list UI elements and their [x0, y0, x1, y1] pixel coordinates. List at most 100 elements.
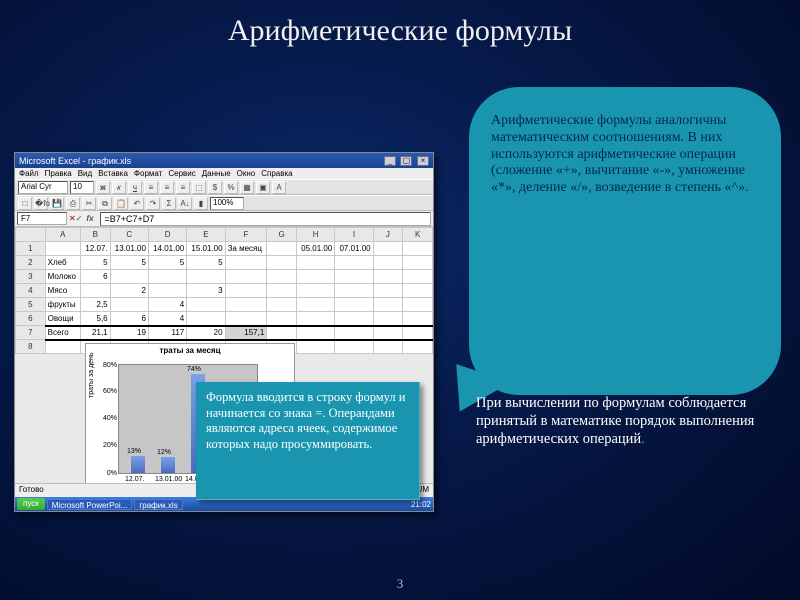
cell[interactable]: [403, 312, 433, 326]
row-header[interactable]: 6: [16, 312, 46, 326]
cell[interactable]: [373, 298, 403, 312]
cell[interactable]: [110, 298, 148, 312]
col-B[interactable]: B: [80, 228, 110, 242]
cell[interactable]: [187, 270, 225, 284]
cell[interactable]: [373, 242, 403, 256]
save-icon[interactable]: 💾: [50, 197, 64, 210]
col-E[interactable]: E: [187, 228, 225, 242]
cell[interactable]: [373, 256, 403, 270]
table-row[interactable]: 6Овощи5,664: [16, 312, 433, 326]
sort-asc-icon[interactable]: A↓: [178, 197, 192, 210]
menu-window[interactable]: Окно: [237, 169, 256, 178]
cell[interactable]: [267, 270, 297, 284]
row-header[interactable]: 7: [16, 326, 46, 340]
cell[interactable]: 3: [187, 284, 225, 298]
col-D[interactable]: D: [148, 228, 186, 242]
cell[interactable]: [403, 270, 433, 284]
cell[interactable]: 5,6: [80, 312, 110, 326]
col-C[interactable]: C: [110, 228, 148, 242]
cell[interactable]: Молоко: [45, 270, 80, 284]
chart-icon[interactable]: ▮: [194, 197, 208, 210]
cell[interactable]: [187, 312, 225, 326]
cell[interactable]: [403, 326, 433, 340]
cell[interactable]: [225, 312, 267, 326]
cell[interactable]: [110, 270, 148, 284]
cell[interactable]: 5: [80, 256, 110, 270]
maximize-icon[interactable]: ▢: [400, 156, 412, 166]
cell[interactable]: Мясо: [45, 284, 80, 298]
standard-toolbar[interactable]: □ �folder 💾 ⎙ ✂ ⧉ 📋 ↶ ↷ Σ A↓ ▮ 100%: [15, 195, 433, 211]
cell[interactable]: [335, 326, 373, 340]
cell[interactable]: [225, 270, 267, 284]
cell[interactable]: [80, 284, 110, 298]
formula-bar[interactable]: F7 ✕ ✓ fx =B7+C7+D7: [15, 211, 433, 227]
row-header[interactable]: 5: [16, 298, 46, 312]
cell[interactable]: 5: [187, 256, 225, 270]
table-row[interactable]: 5фрукты2,5 4: [16, 298, 433, 312]
cell[interactable]: 4: [148, 298, 186, 312]
spreadsheet-grid[interactable]: A B C D E F G H I J K 112.07.13.01.0014.…: [15, 227, 433, 354]
sum-icon[interactable]: Σ: [162, 197, 176, 210]
cell[interactable]: Хлеб: [45, 256, 80, 270]
minimize-icon[interactable]: _: [384, 156, 396, 166]
cell[interactable]: Овощи: [45, 312, 80, 326]
font-size-field[interactable]: 10: [70, 181, 94, 194]
print-icon[interactable]: ⎙: [66, 197, 80, 210]
cell[interactable]: 13.01.00: [110, 242, 148, 256]
cell[interactable]: [403, 284, 433, 298]
col-I[interactable]: I: [335, 228, 373, 242]
cell[interactable]: [335, 340, 373, 354]
merge-icon[interactable]: ⬚: [192, 181, 206, 194]
cell[interactable]: [225, 298, 267, 312]
cell[interactable]: 4: [148, 312, 186, 326]
percent-icon[interactable]: %: [224, 181, 238, 194]
font-name-field[interactable]: Arial Cyr: [18, 181, 68, 194]
align-left-icon[interactable]: ≡: [144, 181, 158, 194]
underline-icon[interactable]: ч: [128, 181, 142, 194]
menubar[interactable]: Файл Правка Вид Вставка Формат Сервис Да…: [15, 168, 433, 179]
cell[interactable]: [403, 340, 433, 354]
col-A[interactable]: A: [45, 228, 80, 242]
name-box[interactable]: F7: [17, 212, 67, 225]
cell[interactable]: [148, 284, 186, 298]
taskbar-item[interactable]: график.xls: [134, 499, 182, 510]
cell[interactable]: 117: [148, 326, 186, 340]
menu-file[interactable]: Файл: [19, 169, 39, 178]
selected-cell[interactable]: 157,1: [225, 326, 267, 340]
row-header[interactable]: 2: [16, 256, 46, 270]
menu-edit[interactable]: Правка: [45, 169, 72, 178]
window-controls[interactable]: _ ▢ ×: [382, 155, 429, 166]
cell[interactable]: [403, 256, 433, 270]
cell[interactable]: 2,5: [80, 298, 110, 312]
cell[interactable]: 21,1: [80, 326, 110, 340]
cell[interactable]: 19: [110, 326, 148, 340]
cell[interactable]: [267, 242, 297, 256]
cell[interactable]: [373, 312, 403, 326]
table-row[interactable]: 3Молоко6: [16, 270, 433, 284]
cell[interactable]: [373, 270, 403, 284]
cell[interactable]: [267, 284, 297, 298]
format-toolbar[interactable]: Arial Cyr 10 ж к ч ≡ ≡ ≡ ⬚ $ % ▦ ▣ A: [15, 179, 433, 195]
cell[interactable]: [296, 298, 334, 312]
cell[interactable]: [403, 298, 433, 312]
table-row[interactable]: 4Мясо23: [16, 284, 433, 298]
redo-icon[interactable]: ↷: [146, 197, 160, 210]
cell[interactable]: [267, 326, 297, 340]
cell[interactable]: [187, 298, 225, 312]
menu-tools[interactable]: Сервис: [168, 169, 195, 178]
cell[interactable]: [335, 284, 373, 298]
cell[interactable]: [148, 270, 186, 284]
cell[interactable]: [225, 256, 267, 270]
col-K[interactable]: K: [403, 228, 433, 242]
bold-icon[interactable]: ж: [96, 181, 110, 194]
cell[interactable]: 5: [148, 256, 186, 270]
cell[interactable]: 20: [187, 326, 225, 340]
cell[interactable]: [267, 312, 297, 326]
cell[interactable]: фрукты: [45, 298, 80, 312]
table-row-total[interactable]: 7Всего21,11911720157,1: [16, 326, 433, 340]
cell[interactable]: [335, 298, 373, 312]
open-icon[interactable]: �folder: [34, 197, 48, 210]
col-F[interactable]: F: [225, 228, 267, 242]
cell[interactable]: 12.07.: [80, 242, 110, 256]
undo-icon[interactable]: ↶: [130, 197, 144, 210]
